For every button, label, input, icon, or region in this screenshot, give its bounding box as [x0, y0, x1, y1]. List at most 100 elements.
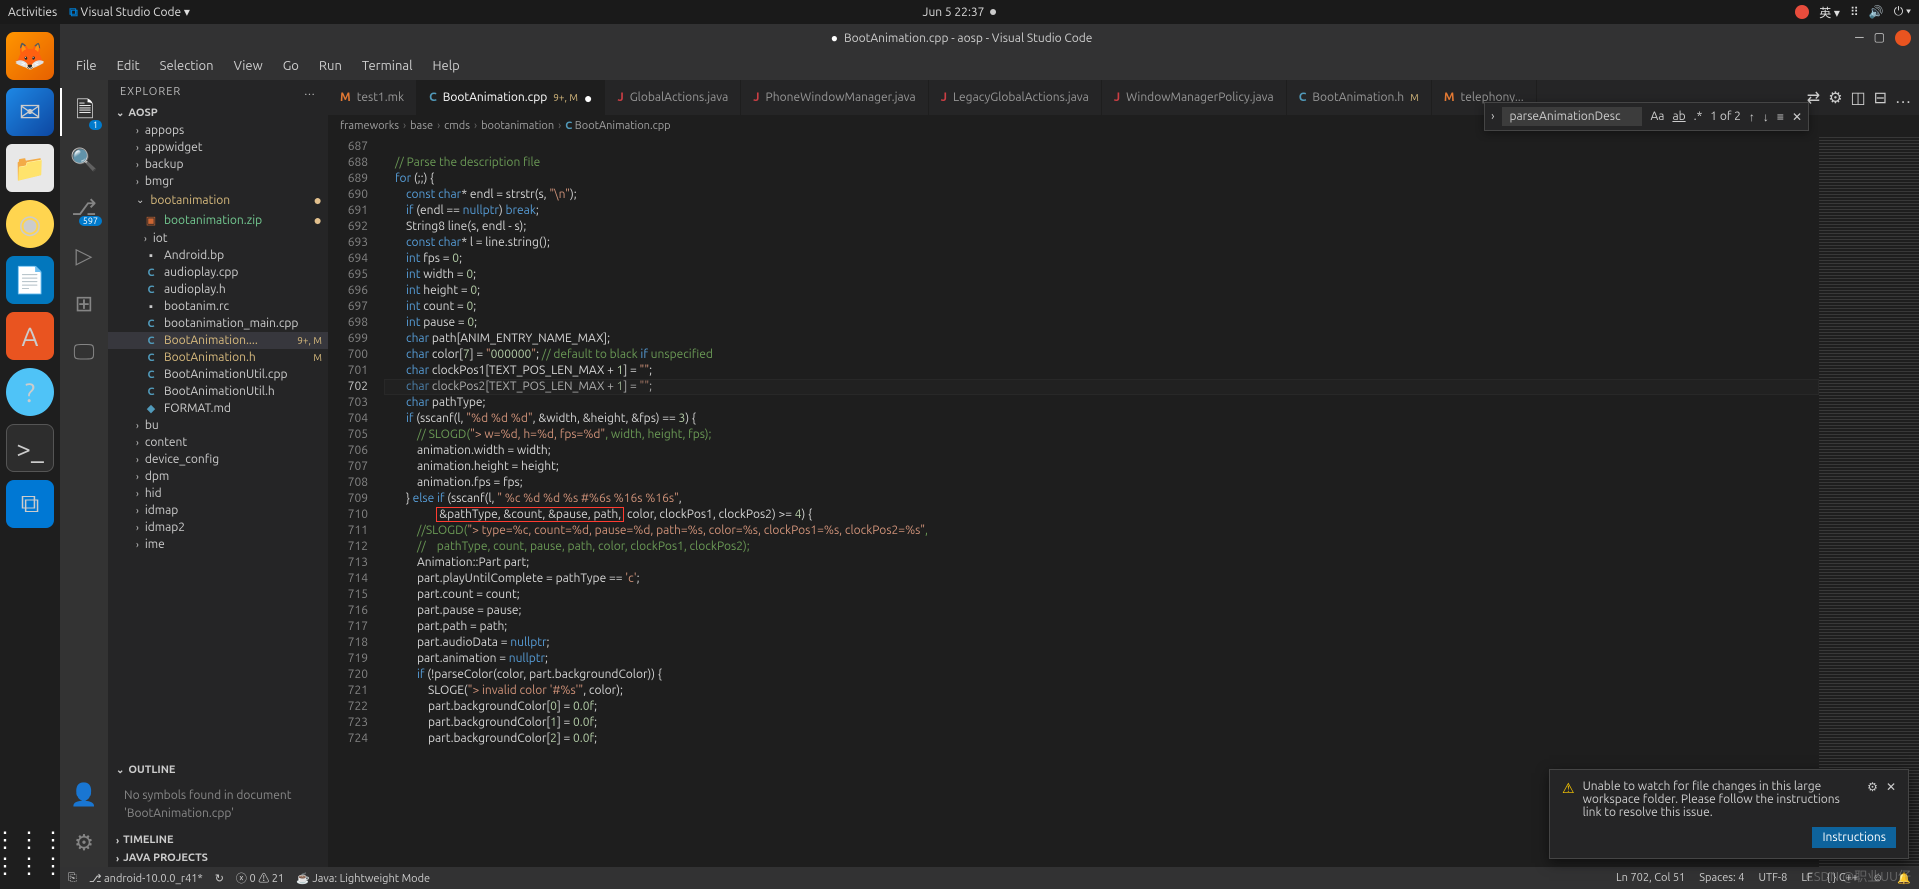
tree-item[interactable]: ▪bootanim.rc — [108, 298, 328, 315]
tree-item[interactable]: ›iot — [108, 230, 328, 247]
dock-apps-icon[interactable]: ⋮⋮⋮⋮⋮⋮ — [6, 829, 54, 877]
split-right-icon[interactable]: ◫ — [1851, 88, 1866, 107]
find-prev-icon[interactable]: ↑ — [1749, 110, 1755, 124]
status-sync[interactable]: ↻ — [215, 872, 224, 885]
tree-item[interactable]: ›content — [108, 434, 328, 451]
dock-firefox-icon[interactable]: 🦊 — [6, 32, 54, 80]
activities-button[interactable]: Activities — [8, 6, 57, 19]
menu-view[interactable]: View — [226, 57, 271, 75]
tree-item[interactable]: CBootAnimationUtil.cpp — [108, 366, 328, 383]
status-indent[interactable]: Spaces: 4 — [1699, 872, 1744, 885]
tree-item[interactable]: CBootAnimation.hM — [108, 349, 328, 366]
run-settings-icon[interactable]: ⚙ — [1828, 88, 1842, 107]
outline-section[interactable]: ⌄OUTLINE — [108, 761, 328, 779]
editor-tab[interactable]: CBootAnimation.cpp 9+, M ● — [417, 80, 605, 115]
tree-item[interactable]: Caudioplay.h — [108, 281, 328, 298]
status-cursor[interactable]: Ln 702, Col 51 — [1616, 872, 1685, 885]
tree-item[interactable]: ›hid — [108, 485, 328, 502]
status-remote[interactable]: ⎘ — [68, 872, 77, 885]
sidebar-more-icon[interactable]: … — [304, 86, 316, 98]
timeline-section[interactable]: ›TIMELINE — [108, 831, 328, 849]
find-case-icon[interactable]: Aa — [1650, 110, 1664, 123]
menu-run[interactable]: Run — [311, 57, 350, 75]
tree-item[interactable]: CBootAnimationUtil.h — [108, 383, 328, 400]
dock-help-icon[interactable]: ? — [6, 368, 54, 416]
instructions-button[interactable]: Instructions — [1812, 827, 1896, 848]
activity-settings[interactable]: ⚙ — [60, 819, 108, 867]
find-input[interactable] — [1502, 107, 1642, 126]
tree-item[interactable]: CBootAnimation....9+, M — [108, 332, 328, 349]
network-icon[interactable]: ⠿ — [1850, 5, 1859, 19]
status-branch[interactable]: ⎇ android-10.0.0_r41* — [89, 872, 203, 885]
app-menu[interactable]: ⧉ Visual Studio Code ▾ — [69, 5, 190, 20]
tree-item[interactable]: Cbootanimation_main.cpp — [108, 315, 328, 332]
tree-item[interactable]: ›ime — [108, 536, 328, 553]
find-selection-icon[interactable]: ≡ — [1777, 110, 1784, 124]
minimap[interactable] — [1819, 137, 1919, 867]
tree-item[interactable]: ›bu — [108, 417, 328, 434]
notification-close-icon[interactable]: ✕ — [1886, 780, 1896, 794]
tree-item[interactable]: ›idmap2 — [108, 519, 328, 536]
activity-debug[interactable]: ▷ — [60, 232, 108, 280]
tree-item[interactable]: ›bmgr — [108, 173, 328, 190]
dock-rhythmbox-icon[interactable]: ◉ — [6, 200, 54, 248]
tree-item[interactable]: ›device_config — [108, 451, 328, 468]
find-regex-icon[interactable]: .* — [1694, 110, 1703, 123]
split-down-icon[interactable]: ⊟ — [1874, 88, 1887, 107]
dock-terminal-icon[interactable]: >_ — [6, 424, 54, 472]
status-problems[interactable]: ⓧ 0 ⚠ 21 — [236, 870, 284, 886]
tree-item[interactable]: ▪Android.bp — [108, 247, 328, 264]
volume-icon[interactable]: 🔊 — [1869, 5, 1884, 19]
java-projects-section[interactable]: ›JAVA PROJECTS — [108, 849, 328, 867]
dock-libreoffice-icon[interactable]: 📄 — [6, 256, 54, 304]
activity-scm[interactable]: ⎇597 — [60, 184, 108, 232]
dock-software-icon[interactable]: A — [6, 312, 54, 360]
menu-file[interactable]: File — [68, 57, 105, 75]
status-red-icon[interactable] — [1795, 5, 1809, 19]
editor-tab[interactable]: JPhoneWindowManager.java — [741, 80, 928, 115]
tree-item[interactable]: ›backup — [108, 156, 328, 173]
editor-tab[interactable]: Mtest1.mk — [328, 80, 417, 115]
tree-item[interactable]: ▣bootanimation.zip● — [108, 210, 328, 230]
close-button[interactable] — [1895, 30, 1911, 46]
tree-item[interactable]: ◆FORMAT.md — [108, 400, 328, 417]
tree-item[interactable]: ⌄bootanimation● — [108, 190, 328, 210]
menu-selection[interactable]: Selection — [152, 57, 222, 75]
activity-extensions[interactable]: ⊞ — [60, 280, 108, 328]
dock-vscode-icon[interactable]: ⧉ — [6, 480, 54, 528]
find-expand-icon[interactable]: › — [1491, 110, 1494, 123]
activity-account[interactable]: 👤 — [60, 771, 108, 819]
input-method[interactable]: 英 ▾ — [1819, 4, 1840, 21]
status-encoding[interactable]: UTF-8 — [1758, 872, 1787, 885]
minimize-button[interactable]: ─ — [1855, 30, 1864, 46]
tree-item[interactable]: ›appops — [108, 122, 328, 139]
tree-item[interactable]: ›dpm — [108, 468, 328, 485]
more-actions-icon[interactable]: … — [1895, 89, 1911, 107]
menu-go[interactable]: Go — [275, 57, 307, 75]
tree-item[interactable]: ›appwidget — [108, 139, 328, 156]
activity-remote[interactable]: 🖵 — [60, 328, 108, 376]
find-next-icon[interactable]: ↓ — [1763, 110, 1769, 124]
menu-terminal[interactable]: Terminal — [354, 57, 421, 75]
code-content[interactable]: // Parse the description file for (;;) {… — [384, 137, 1819, 867]
menu-edit[interactable]: Edit — [109, 57, 148, 75]
find-word-icon[interactable]: ab — [1672, 110, 1685, 123]
maximize-button[interactable]: ▢ — [1874, 30, 1885, 46]
tree-item[interactable]: Caudioplay.cpp — [108, 264, 328, 281]
status-java-mode[interactable]: ☕ Java: Lightweight Mode — [296, 872, 430, 885]
tree-item[interactable]: ›idmap — [108, 502, 328, 519]
clock[interactable]: Jun 5 22:37 — [923, 6, 985, 19]
sidebar-root[interactable]: ⌄AOSP — [108, 104, 328, 122]
editor-tab[interactable]: CBootAnimation.h M — [1287, 80, 1432, 115]
menu-help[interactable]: Help — [424, 57, 467, 75]
code-editor[interactable]: 6876886896906916926936946956966976986997… — [328, 137, 1919, 867]
notification-gear-icon[interactable]: ⚙ — [1867, 780, 1878, 794]
activity-explorer[interactable]: 🗎1 — [60, 88, 108, 136]
dock-thunderbird-icon[interactable]: ✉ — [6, 88, 54, 136]
editor-tab[interactable]: JWindowManagerPolicy.java — [1102, 80, 1287, 115]
dock-files-icon[interactable]: 📁 — [6, 144, 54, 192]
activity-search[interactable]: 🔍 — [60, 136, 108, 184]
power-icon[interactable]: ⏻ ▾ — [1894, 5, 1911, 19]
editor-tab[interactable]: JLegacyGlobalActions.java — [929, 80, 1102, 115]
editor-tab[interactable]: JGlobalActions.java — [605, 80, 741, 115]
